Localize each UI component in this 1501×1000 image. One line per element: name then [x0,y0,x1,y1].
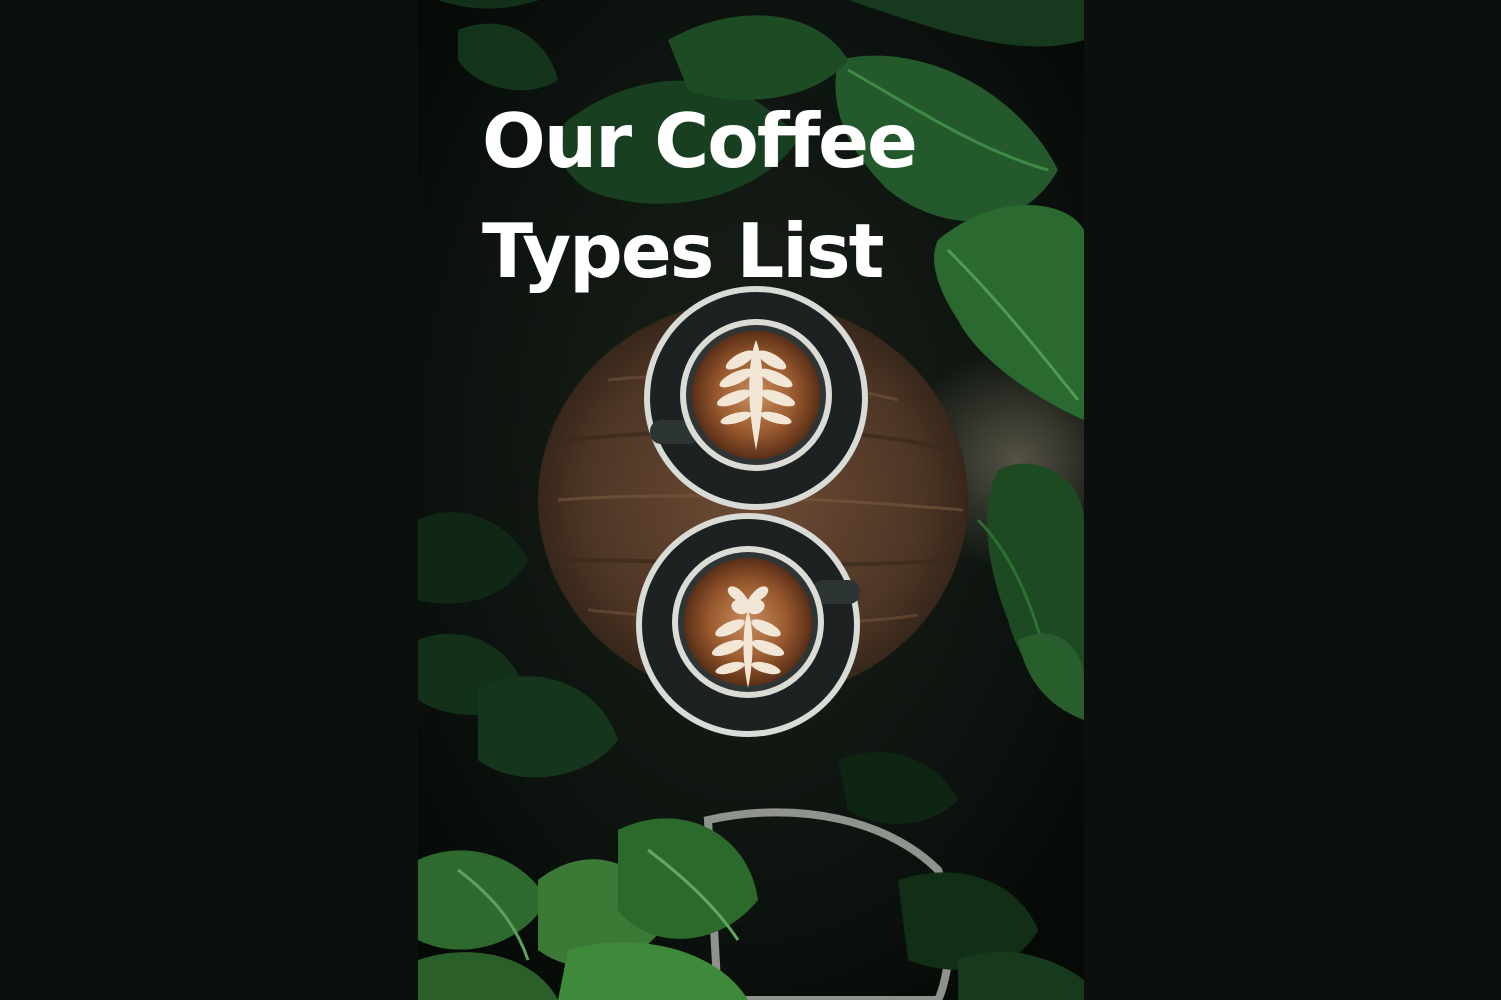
poster-panel: Our Coffee Types List [418,0,1084,1000]
coffee-cup-top [644,286,868,510]
title-line-2: Types List [482,207,884,295]
title-line-1: Our Coffee [482,97,918,185]
coffee-cup-bottom [636,513,860,737]
page-title: Our Coffee Types List [482,86,918,306]
